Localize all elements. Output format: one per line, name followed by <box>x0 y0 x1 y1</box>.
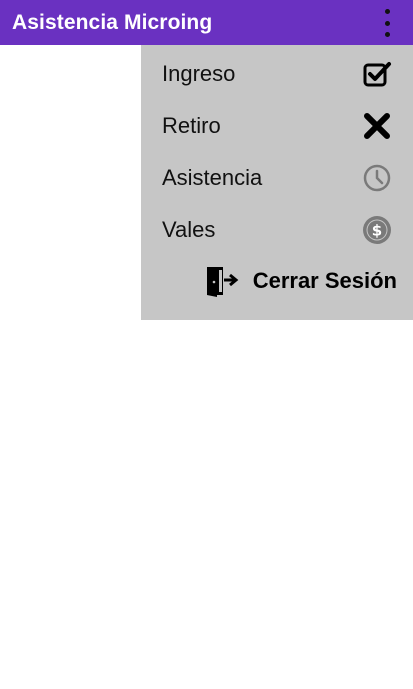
menu-item-ingreso[interactable]: Ingreso <box>141 48 413 100</box>
dollar-coin-icon: $ <box>361 214 393 246</box>
menu-item-label: Asistencia <box>162 165 263 190</box>
more-vert-icon[interactable] <box>375 9 399 37</box>
screen: Asistencia Microing Ingreso Retiro Asist… <box>0 0 413 689</box>
menu-item-vales[interactable]: Vales $ <box>141 204 413 256</box>
svg-text:$: $ <box>372 222 382 240</box>
logout-label: Cerrar Sesión <box>252 268 397 293</box>
app-bar: Asistencia Microing <box>0 0 413 45</box>
x-mark-icon <box>361 110 393 142</box>
overflow-menu: Ingreso Retiro Asistencia Vales $ Cerrar… <box>141 45 413 320</box>
menu-item-label: Retiro <box>162 113 221 138</box>
clock-icon <box>361 162 393 194</box>
menu-item-asistencia[interactable]: Asistencia <box>141 152 413 204</box>
menu-item-label: Ingreso <box>162 61 236 86</box>
menu-item-retiro[interactable]: Retiro <box>141 100 413 152</box>
menu-item-label: Vales <box>162 217 216 242</box>
logout-button[interactable]: Cerrar Sesión <box>141 255 413 307</box>
checkbox-checked-icon <box>361 58 393 90</box>
app-title: Asistencia Microing <box>12 10 213 34</box>
exit-door-icon <box>205 264 239 298</box>
